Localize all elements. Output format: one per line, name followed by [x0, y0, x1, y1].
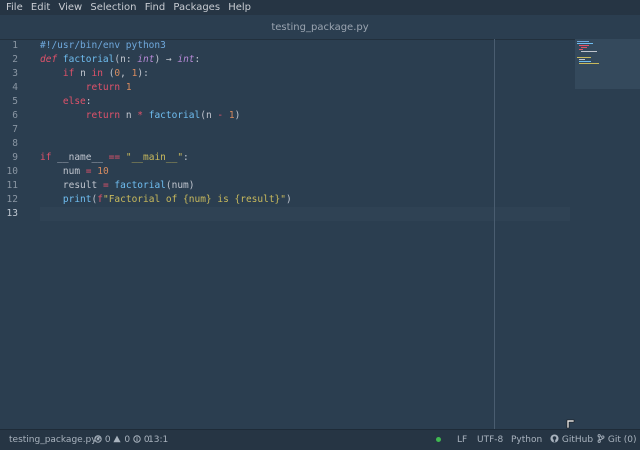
- code-text: ):: [137, 68, 149, 79]
- code-text: ,: [120, 68, 132, 79]
- keyword-if: if: [62, 68, 75, 79]
- code-text: n: [120, 110, 138, 121]
- function-call: factorial: [114, 180, 166, 191]
- mouse-cursor-icon: [566, 419, 575, 429]
- grammar-selector[interactable]: Python: [511, 430, 542, 450]
- menu-bar: File Edit View Selection Find Packages H…: [0, 0, 640, 15]
- menu-help[interactable]: Help: [228, 2, 251, 13]
- code-text: ): [234, 110, 241, 121]
- type-annotation: int: [137, 54, 155, 65]
- status-bar: testing_package.py* 0 0 0 13:1 LF UTF-8 …: [0, 429, 640, 450]
- code-line: if __name__ == "__main__":: [40, 151, 570, 165]
- line-number: 10: [6, 166, 18, 177]
- code-line: return 1: [40, 81, 570, 95]
- encoding-selector[interactable]: UTF-8: [477, 430, 503, 450]
- keyword-def: def: [40, 54, 63, 65]
- shebang-comment: #!/usr/bin/env python3: [40, 40, 166, 51]
- code-area[interactable]: #!/usr/bin/env python3 def factorial(n: …: [40, 39, 570, 221]
- keyword-return: return: [85, 82, 121, 93]
- code-text: n: [74, 68, 92, 79]
- function-name: factorial: [62, 54, 115, 65]
- menu-file[interactable]: File: [6, 2, 23, 13]
- code-line: else:: [40, 95, 570, 109]
- keyword-else: else: [62, 96, 86, 107]
- cursor-position[interactable]: 13:1: [148, 430, 168, 450]
- menu-edit[interactable]: Edit: [31, 2, 50, 13]
- line-ending-selector[interactable]: LF: [457, 430, 467, 450]
- code-text: (num): [165, 180, 195, 191]
- warning-icon: [113, 435, 122, 443]
- code-text: :: [85, 96, 92, 107]
- code-text: ): [286, 194, 292, 205]
- github-label: GitHub: [561, 435, 594, 445]
- code-line: #!/usr/bin/env python3: [40, 39, 570, 53]
- code-text: num: [62, 166, 86, 177]
- line-number: 1: [12, 40, 18, 51]
- minimap[interactable]: [575, 39, 640, 89]
- github-button[interactable]: GitHub: [550, 430, 593, 450]
- editor-pane[interactable]: 1 2 3 4 5 6 7 8 9 10 11 12 13 #!/usr/bin…: [0, 39, 640, 429]
- line-number: 12: [6, 194, 18, 205]
- code-line: result = factorial(num): [40, 179, 570, 193]
- error-icon: [94, 435, 102, 443]
- function-call: print: [62, 194, 92, 205]
- type-annotation: int: [177, 54, 195, 65]
- line-number: 4: [12, 82, 18, 93]
- code-text: (n:: [114, 54, 138, 65]
- git-status-dot-icon: [436, 430, 441, 450]
- code-line: def factorial(n: int) → int:: [40, 53, 570, 67]
- keyword-in: in: [91, 68, 103, 79]
- line-number: 3: [12, 68, 18, 79]
- warning-count: 0: [124, 435, 131, 445]
- git-button[interactable]: Git (0): [597, 430, 637, 450]
- line-number: 5: [12, 96, 18, 107]
- diagnostics-summary[interactable]: 0 0 0: [94, 430, 150, 450]
- string-literal: "Factorial of {num} is {result}": [102, 194, 286, 205]
- operator: ==: [108, 152, 121, 163]
- keyword-return: return: [85, 110, 121, 121]
- menu-find[interactable]: Find: [145, 2, 166, 13]
- menu-selection[interactable]: Selection: [90, 2, 136, 13]
- line-number: 7: [12, 124, 18, 135]
- menu-packages[interactable]: Packages: [173, 2, 220, 13]
- code-text: :: [183, 152, 189, 163]
- code-text: (n: [200, 110, 218, 121]
- function-call: factorial: [148, 110, 201, 121]
- code-line-current: [40, 207, 570, 221]
- error-count: 0: [104, 435, 111, 445]
- line-number: 9: [12, 152, 18, 163]
- number-literal: 1: [125, 82, 132, 93]
- git-branch-icon: [597, 434, 605, 443]
- line-number: 6: [12, 110, 18, 121]
- line-number-gutter: 1 2 3 4 5 6 7 8 9 10 11 12 13: [0, 39, 32, 429]
- menu-view[interactable]: View: [58, 2, 82, 13]
- line-number: 11: [6, 180, 18, 191]
- git-label: Git (0): [607, 435, 637, 445]
- code-text: ): [154, 54, 166, 65]
- number-literal: 10: [97, 166, 109, 177]
- window-title: testing_package.py: [0, 15, 640, 40]
- info-icon: [133, 435, 141, 443]
- code-line: return n * factorial(n - 1): [40, 109, 570, 123]
- line-number: 2: [12, 54, 18, 65]
- code-line: if n in (0, 1):: [40, 67, 570, 81]
- line-number: 8: [12, 138, 18, 149]
- status-filename[interactable]: testing_package.py*: [9, 430, 101, 450]
- code-line: num = 10: [40, 165, 570, 179]
- wrap-guide: [494, 39, 495, 429]
- code-text: :: [194, 54, 201, 65]
- code-text: result: [62, 180, 103, 191]
- line-number-current: 13: [6, 208, 18, 219]
- code-text: (: [102, 68, 115, 79]
- keyword-if: if: [40, 152, 52, 163]
- github-icon: [550, 434, 559, 443]
- string-literal: "__main__": [125, 152, 184, 163]
- code-line: print(f"Factorial of {num} is {result}"): [40, 193, 570, 207]
- code-text: __name__: [51, 152, 109, 163]
